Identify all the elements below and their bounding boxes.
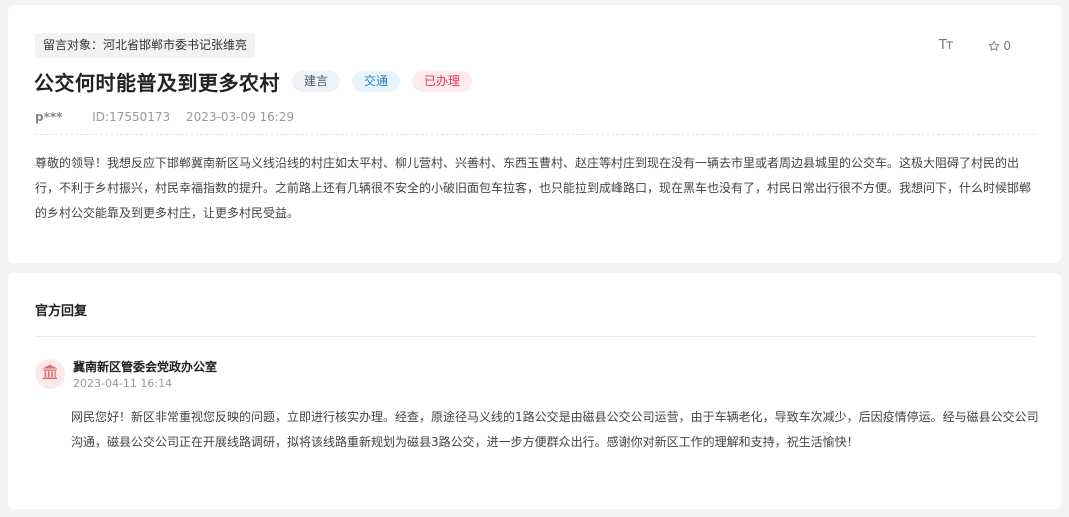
reply-content: 网民您好！新区非常重视您反映的问题，立即进行核实办理。经查，原途径马义线的1路公… (71, 410, 1039, 449)
divider (35, 336, 1035, 337)
reply-card: 官方回复 冀南新区管委会党政办公室 2023-04-11 16:14 网民您好！… (8, 273, 1061, 509)
org-avatar (35, 359, 65, 389)
message-meta: p*** ID:17550173 2023-03-09 16:29 (35, 110, 294, 124)
reply-org-name: 冀南新区管委会党政办公室 (73, 360, 218, 374)
message-tools: Tт 0 (939, 38, 1011, 53)
message-target-tag: 留言对象：河北省邯郸市委书记张维亮 (35, 33, 256, 58)
government-building-icon (40, 362, 60, 386)
star-icon (988, 40, 1000, 52)
message-id: ID:17550173 (92, 110, 171, 124)
favorite-count: 0 (1003, 38, 1011, 53)
author-name: p*** (35, 110, 63, 124)
tag-traffic: 交通 (352, 71, 401, 92)
title-row: 公交何时能普及到更多农村 建言 交通 已办理 (34, 67, 473, 96)
tag-suggestion: 建言 (292, 71, 341, 92)
message-card: 留言对象：河北省邯郸市委书记张维亮 Tт 0 公交何时能普及到更多农村 建言 交… (8, 5, 1061, 263)
font-size-icon: Tт (938, 38, 953, 53)
reply-timestamp: 2023-04-11 16:14 (73, 377, 173, 390)
reply-heading: 官方回复 (35, 304, 88, 319)
message-title: 公交何时能普及到更多农村 (34, 71, 280, 95)
tag-status-done: 已办理 (412, 71, 473, 92)
message-content: 尊敬的领导！我想反应下邯郸冀南新区马义线沿线的村庄如太平村、柳儿营村、兴善村、东… (35, 156, 1032, 220)
divider (35, 134, 1035, 135)
font-size-button[interactable]: Tт (939, 38, 953, 53)
favorite-button[interactable]: 0 (988, 39, 1011, 53)
message-timestamp: 2023-03-09 16:29 (185, 110, 295, 124)
